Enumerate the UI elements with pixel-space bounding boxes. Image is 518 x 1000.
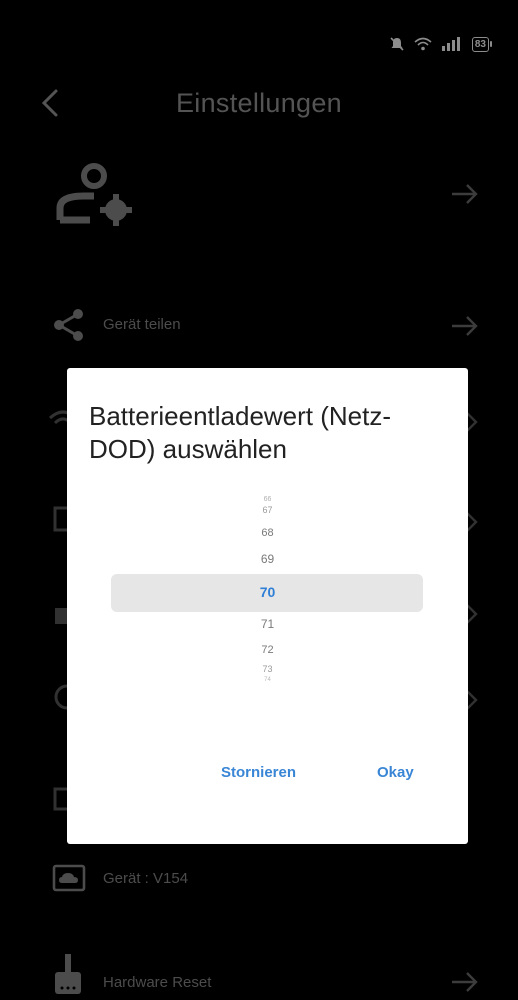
picker-item[interactable]: 68 [67,527,468,539]
picker-item[interactable]: 71 [67,617,468,631]
picker-item[interactable]: 73 [67,664,468,674]
dialog-title: Batterieentladewert (Netz-DOD) auswählen [89,401,392,464]
cancel-button[interactable]: Stornieren [221,764,296,781]
picker-item[interactable]: 66 [67,496,468,503]
dod-picker-dialog: Batterieentladewert (Netz-DOD) auswählen… [67,368,468,844]
picker-selected-item[interactable]: 70 [67,584,468,600]
picker-item[interactable]: 67 [67,505,468,515]
ok-button[interactable]: Okay [377,764,414,781]
picker-item[interactable]: 72 [67,644,468,656]
picker-item[interactable]: 74 [67,677,468,683]
picker-item[interactable]: 69 [67,552,468,566]
